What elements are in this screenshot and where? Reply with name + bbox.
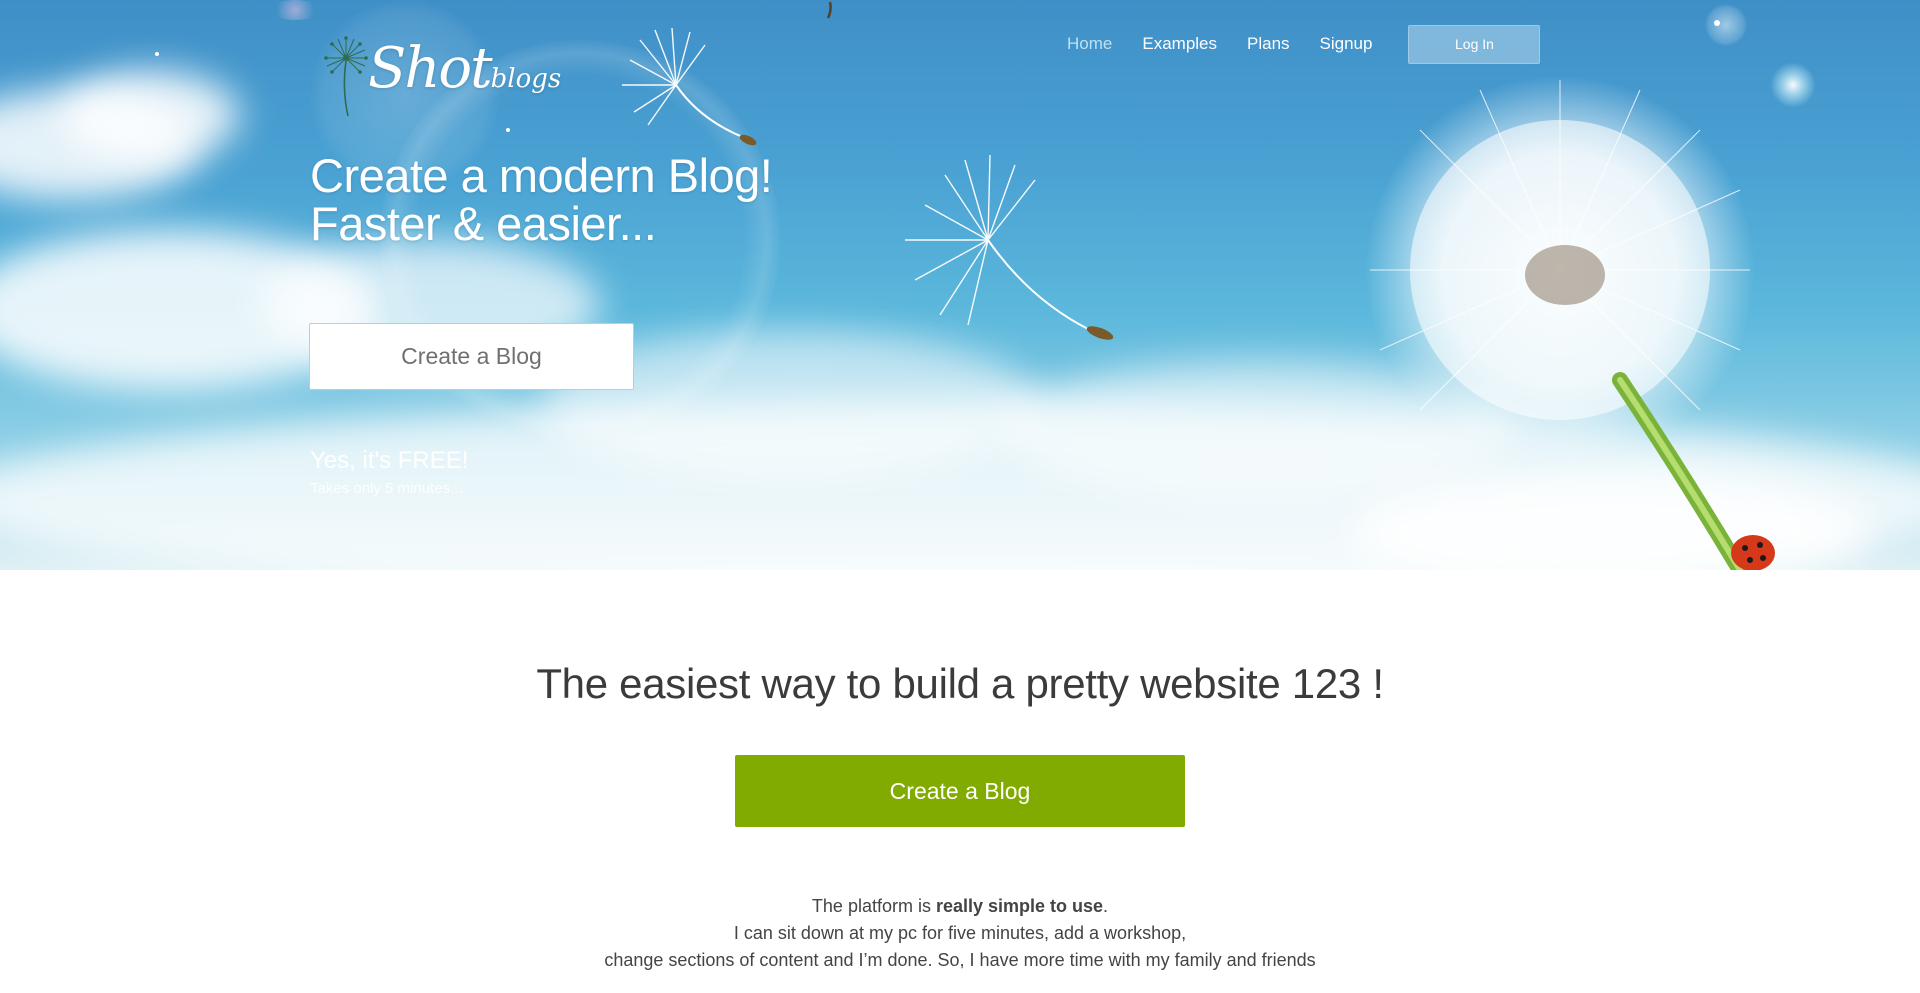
hero-headline-line1: Create a modern Blog! xyxy=(310,149,773,202)
testimonial-line2: I can sit down at my pc for five minutes… xyxy=(733,923,1187,943)
dandelion-illustration xyxy=(155,1,1775,570)
hero-headline: Create a modern Blog! Faster & easier... xyxy=(310,149,773,250)
free-text: Yes, it's FREE! xyxy=(310,447,469,474)
login-button[interactable]: Log In xyxy=(1408,24,1541,64)
nav-item-home[interactable]: Home xyxy=(1067,24,1112,64)
main-tagline: The easiest way to build a pretty websit… xyxy=(536,660,1384,707)
dandelion-logo-icon xyxy=(324,36,368,117)
nav-item-signup[interactable]: Signup xyxy=(1320,24,1373,64)
hero-create-blog-button[interactable]: Create a Blog xyxy=(309,323,634,390)
hero-headline-line2: Faster & easier... xyxy=(310,197,657,250)
testimonial-line1-bold: really simple to use xyxy=(935,896,1104,916)
brand-small-text: blogs xyxy=(490,64,562,94)
testimonial-line3: change sections of content and I’m done.… xyxy=(604,950,1316,970)
testimonial-text: The platform is really simple to use. I … xyxy=(0,893,1920,974)
testimonial-line1-post: . xyxy=(1103,896,1109,916)
brand-wordmark: Shotblogs xyxy=(368,36,561,101)
nav-item-examples[interactable]: Examples xyxy=(1142,24,1217,64)
brand-script-text: Shot xyxy=(368,36,493,101)
testimonial-line1: The platform is really simple to use. xyxy=(0,893,1920,920)
hero-banner: Shotblogs Home Examples Plans Signup Log… xyxy=(0,0,1920,570)
brand-logo[interactable]: Shotblogs xyxy=(318,34,561,118)
top-navigation: Home Examples Plans Signup Log In xyxy=(1067,24,1541,64)
testimonial-line1-pre: The platform is xyxy=(811,896,936,916)
nav-item-plans[interactable]: Plans xyxy=(1247,24,1290,64)
takes-minutes-text: Takes only 5 minutes... xyxy=(310,480,463,497)
main-create-blog-button[interactable]: Create a Blog xyxy=(735,755,1185,827)
